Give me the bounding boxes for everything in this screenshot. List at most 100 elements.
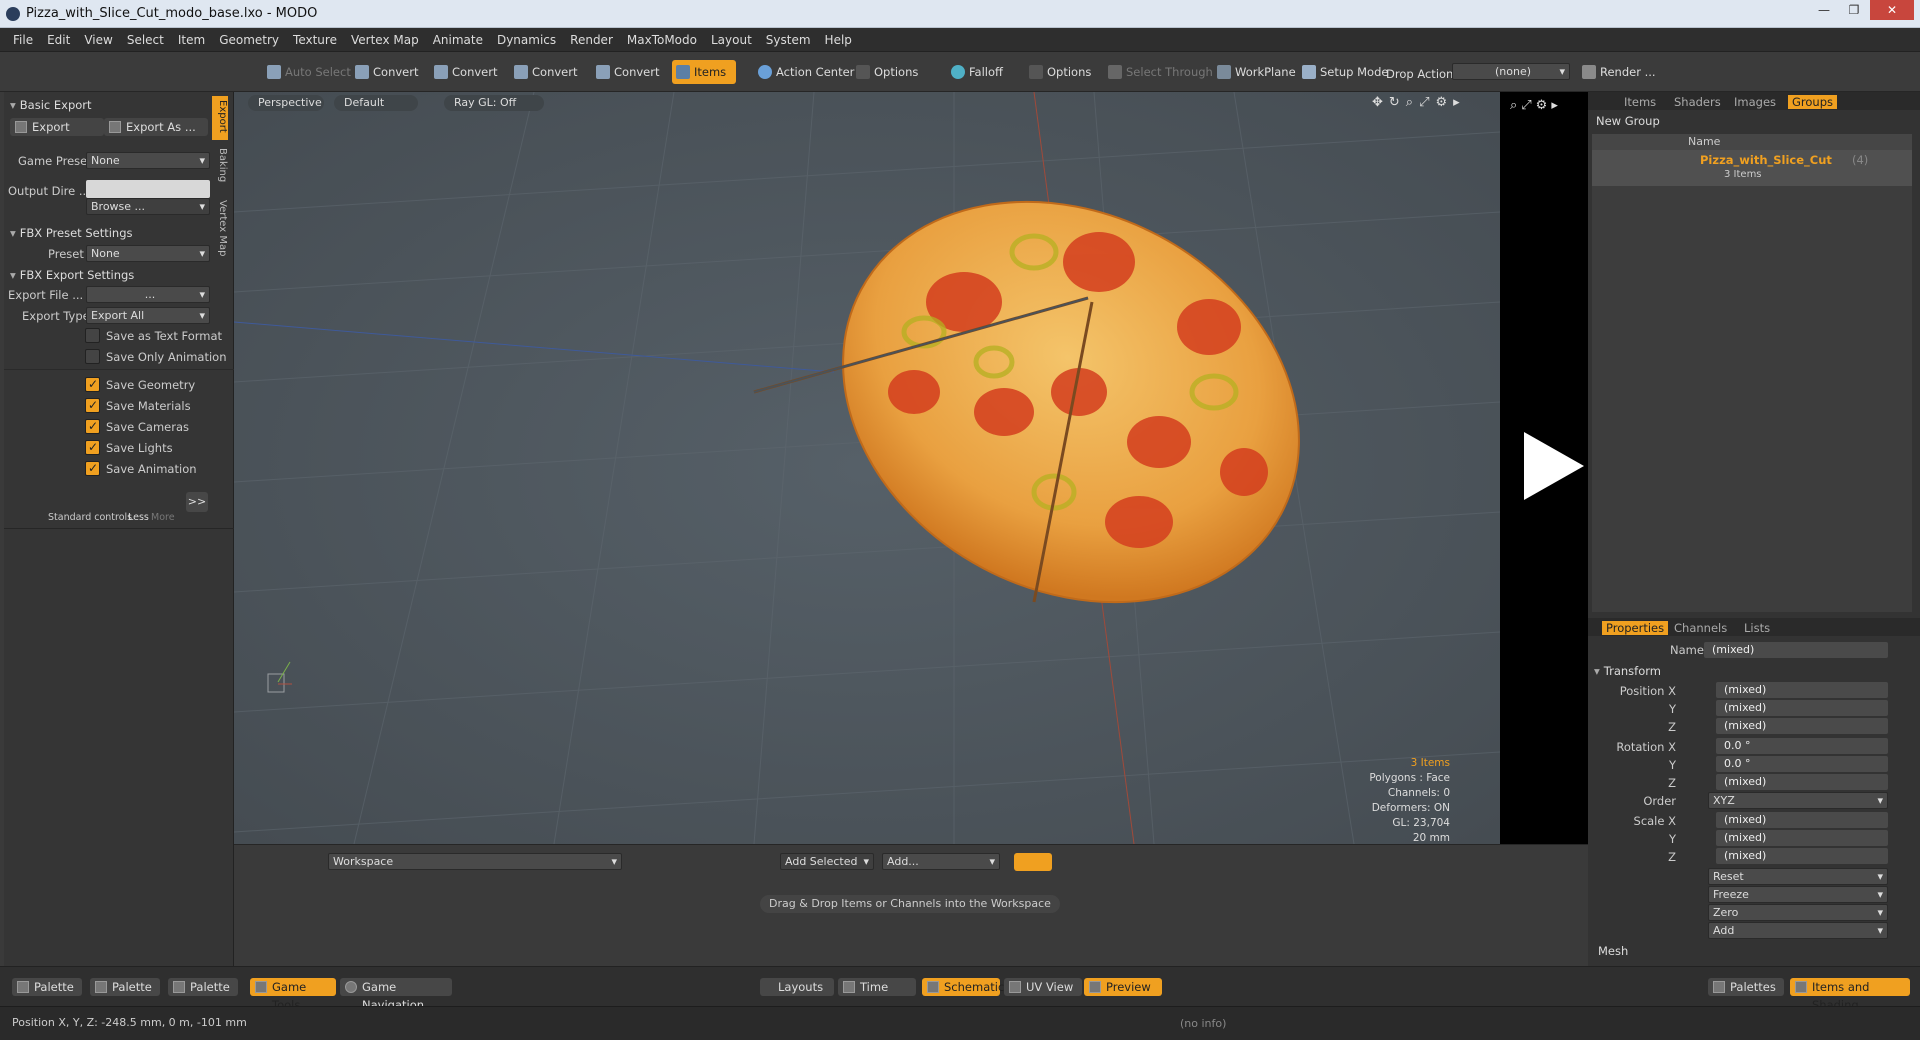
- menu-system[interactable]: System: [759, 28, 818, 52]
- schematic-button[interactable]: Schematic: [922, 978, 1004, 996]
- tab-items[interactable]: Items: [1624, 95, 1656, 109]
- menu-layout[interactable]: Layout: [704, 28, 759, 52]
- render-button[interactable]: Render ...: [1578, 60, 1656, 84]
- game-navigation-button[interactable]: Game Navigation: [340, 978, 452, 1012]
- group-row[interactable]: Pizza_with_Slice_Cut (4) 3 Items: [1592, 150, 1912, 186]
- menu-dynamics[interactable]: Dynamics: [490, 28, 563, 52]
- menu-file[interactable]: File: [6, 28, 40, 52]
- game-tools-button[interactable]: Game Tools: [250, 978, 336, 1012]
- save-geometry-checkbox[interactable]: [85, 377, 100, 392]
- tab-baking[interactable]: Baking: [212, 148, 228, 192]
- time-button[interactable]: Time: [838, 978, 916, 996]
- menu-animate[interactable]: Animate: [426, 28, 490, 52]
- rotation-y-field[interactable]: 0.0 °: [1716, 756, 1888, 772]
- browse-button[interactable]: Browse ...: [86, 198, 210, 215]
- save-text-format-checkbox[interactable]: [85, 328, 100, 343]
- export-type-dropdown[interactable]: Export All: [86, 307, 210, 324]
- convert-edge-button[interactable]: Convert: [430, 60, 497, 84]
- falloff-button[interactable]: Falloff: [947, 60, 1003, 84]
- basic-export-header[interactable]: Basic Export: [10, 98, 92, 112]
- save-cameras-checkbox[interactable]: [85, 419, 100, 434]
- close-button[interactable]: ✕: [1870, 0, 1914, 20]
- items-mode-button[interactable]: Items: [672, 60, 737, 84]
- tab-images[interactable]: Images: [1734, 95, 1776, 109]
- action-center-button[interactable]: Action Center: [754, 60, 854, 84]
- position-z-field[interactable]: (mixed): [1716, 718, 1888, 734]
- freeze-dropdown[interactable]: Freeze: [1708, 886, 1888, 903]
- save-only-animation-checkbox[interactable]: [85, 349, 100, 364]
- scale-x-field[interactable]: (mixed): [1716, 812, 1888, 828]
- export-as-button[interactable]: Export As ...: [104, 118, 208, 136]
- scale-y-field[interactable]: (mixed): [1716, 830, 1888, 846]
- save-animation-checkbox[interactable]: [85, 461, 100, 476]
- select-through-button[interactable]: Select Through: [1104, 60, 1213, 84]
- menu-vertex-map[interactable]: Vertex Map: [344, 28, 426, 52]
- scale-z-field[interactable]: (mixed): [1716, 848, 1888, 864]
- menu-item[interactable]: Item: [171, 28, 212, 52]
- tab-lists[interactable]: Lists: [1744, 621, 1770, 635]
- menu-render[interactable]: Render: [563, 28, 620, 52]
- export-button[interactable]: Export: [10, 118, 104, 136]
- palette-3-button[interactable]: Palette: [168, 978, 238, 996]
- convert-material-button[interactable]: Convert: [592, 60, 659, 84]
- mesh-header[interactable]: Mesh: [1594, 944, 1628, 958]
- save-materials-checkbox[interactable]: [85, 398, 100, 413]
- game-preset-dropdown[interactable]: None: [86, 152, 210, 169]
- more-options-button[interactable]: >>: [186, 492, 208, 512]
- add-dropdown[interactable]: Add...: [882, 853, 1000, 870]
- reset-dropdown[interactable]: Reset: [1708, 868, 1888, 885]
- menu-select[interactable]: Select: [120, 28, 171, 52]
- new-group-button[interactable]: New Group: [1596, 114, 1660, 128]
- items-shading-button[interactable]: Items and Shading: [1790, 978, 1910, 1012]
- action-center-options-button[interactable]: Options: [852, 60, 918, 84]
- minimize-button[interactable]: —: [1810, 0, 1838, 20]
- menu-view[interactable]: View: [77, 28, 119, 52]
- preset-dropdown[interactable]: None: [86, 245, 210, 262]
- falloff-options-button[interactable]: Options: [1025, 60, 1091, 84]
- fbx-preset-settings-header[interactable]: FBX Preset Settings: [10, 226, 133, 240]
- convert-polygon-button[interactable]: Convert: [510, 60, 577, 84]
- raygl-toggle[interactable]: Ray GL: Off: [444, 95, 544, 111]
- add-dropdown[interactable]: Add: [1708, 922, 1888, 939]
- uv-view-button[interactable]: UV View: [1004, 978, 1082, 996]
- less-link[interactable]: Less: [128, 512, 149, 523]
- viewport-nav-icons[interactable]: ✥↻⌕⤢⚙▸: [1372, 95, 1466, 110]
- maximize-button[interactable]: ❐: [1840, 0, 1868, 20]
- menu-edit[interactable]: Edit: [40, 28, 77, 52]
- position-y-field[interactable]: (mixed): [1716, 700, 1888, 716]
- 3d-viewport[interactable]: Perspective Default Ray GL: Off ✥↻⌕⤢⚙▸ 3…: [234, 92, 1500, 844]
- tab-groups[interactable]: Groups: [1788, 95, 1838, 109]
- workspace-dropdown[interactable]: Workspace: [328, 853, 622, 870]
- rotation-z-field[interactable]: (mixed): [1716, 774, 1888, 790]
- menu-texture[interactable]: Texture: [286, 28, 344, 52]
- rotation-x-field[interactable]: 0.0 °: [1716, 738, 1888, 754]
- add-selected-button[interactable]: Add Selected: [780, 853, 874, 870]
- workplane-button[interactable]: WorkPlane: [1213, 60, 1296, 84]
- menu-help[interactable]: Help: [818, 28, 859, 52]
- preview-nav-icons[interactable]: ⌕⤢⚙▸: [1510, 98, 1562, 113]
- shading-dropdown[interactable]: Default: [334, 95, 418, 111]
- palettes-button[interactable]: Palettes: [1708, 978, 1784, 996]
- palette-2-button[interactable]: Palette: [90, 978, 160, 996]
- convert-vertex-button[interactable]: Convert: [351, 60, 418, 84]
- tab-vertex-map[interactable]: Vertex Map: [212, 200, 228, 260]
- order-dropdown[interactable]: XYZ: [1708, 792, 1888, 809]
- key-toggle[interactable]: [1014, 853, 1052, 871]
- more-link[interactable]: More: [151, 512, 175, 523]
- menu-maxtomodo[interactable]: MaxToModo: [620, 28, 704, 52]
- menu-geometry[interactable]: Geometry: [212, 28, 286, 52]
- save-lights-checkbox[interactable]: [85, 440, 100, 455]
- setup-mode-button[interactable]: Setup Mode: [1298, 60, 1388, 84]
- preview-button[interactable]: Preview: [1084, 978, 1162, 996]
- output-dir-field[interactable]: [86, 180, 210, 198]
- fbx-export-settings-header[interactable]: FBX Export Settings: [10, 268, 135, 282]
- tab-properties[interactable]: Properties: [1602, 621, 1669, 635]
- name-field[interactable]: (mixed): [1704, 642, 1888, 658]
- tab-export[interactable]: Export: [212, 96, 228, 140]
- drop-action-dropdown[interactable]: (none): [1452, 63, 1570, 80]
- auto-select-button[interactable]: Auto Select: [263, 60, 351, 84]
- export-file-dropdown[interactable]: ...: [86, 286, 210, 303]
- layouts-button[interactable]: Layouts: [760, 978, 834, 996]
- play-icon[interactable]: [1524, 432, 1584, 500]
- transform-header[interactable]: Transform: [1594, 664, 1661, 678]
